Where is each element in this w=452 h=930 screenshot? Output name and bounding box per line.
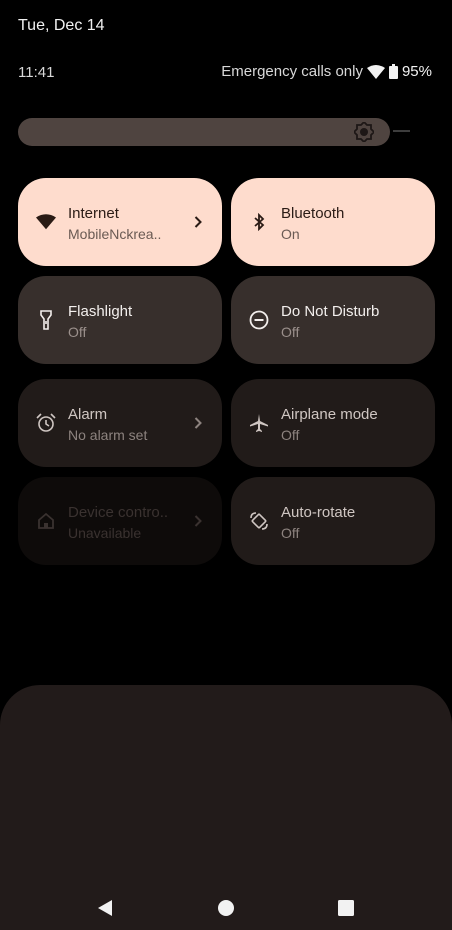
- wifi-icon: [36, 212, 56, 232]
- chevron-right-icon[interactable]: [192, 513, 204, 529]
- tile-title: Do Not Disturb: [281, 303, 380, 320]
- do-not-disturb-icon: [249, 310, 269, 330]
- tile-internet[interactable]: Internet MobileNckrea..: [18, 178, 222, 266]
- tile-bluetooth[interactable]: Bluetooth On: [231, 178, 435, 266]
- navigation-bar: [0, 893, 452, 923]
- tile-alarm[interactable]: Alarm No alarm set: [18, 379, 222, 467]
- tile-title: Alarm: [68, 406, 108, 423]
- tile-title: Airplane mode: [281, 406, 378, 423]
- brightness-track: [393, 130, 410, 132]
- tile-subtitle: On: [281, 226, 300, 242]
- recents-icon[interactable]: [337, 899, 355, 922]
- battery-percent: 95%: [401, 63, 432, 80]
- alarm-icon: [36, 413, 56, 433]
- tile-title: Device contro..: [68, 504, 169, 521]
- tile-subtitle: Off: [281, 427, 300, 443]
- chevron-right-icon[interactable]: [192, 214, 204, 230]
- tile-subtitle: Off: [281, 324, 300, 340]
- clock: 11:41: [18, 64, 55, 81]
- brightness-icon: [352, 120, 376, 147]
- bluetooth-icon: [249, 212, 269, 232]
- home-button-icon[interactable]: [217, 899, 235, 922]
- tile-device-controls[interactable]: Device contro.. Unavailable: [18, 477, 222, 565]
- tile-airplane-mode[interactable]: Airplane mode Off: [231, 379, 435, 467]
- tile-title: Auto-rotate: [281, 504, 356, 521]
- back-icon[interactable]: [96, 899, 114, 922]
- chevron-right-icon[interactable]: [192, 415, 204, 431]
- flashlight-icon: [36, 310, 56, 330]
- tile-subtitle: Unavailable: [68, 525, 142, 541]
- tile-title: Bluetooth: [281, 205, 345, 222]
- tile-subtitle: MobileNckrea..: [68, 226, 162, 242]
- home-icon: [36, 511, 56, 531]
- brightness-slider[interactable]: [18, 118, 390, 146]
- wifi-icon: [366, 64, 385, 79]
- tile-auto-rotate[interactable]: Auto-rotate Off: [231, 477, 435, 565]
- tile-subtitle: No alarm set: [68, 427, 148, 443]
- tile-do-not-disturb[interactable]: Do Not Disturb Off: [231, 276, 435, 364]
- auto-rotate-icon: [249, 511, 269, 531]
- battery-icon: [388, 64, 398, 79]
- tile-subtitle: Off: [68, 324, 87, 340]
- tile-title: Internet: [68, 205, 119, 222]
- airplane-icon: [249, 413, 269, 433]
- tile-subtitle: Off: [281, 525, 300, 541]
- tile-title: Flashlight: [68, 303, 133, 320]
- status-bar: Emergency calls only 95%: [221, 63, 432, 80]
- tile-flashlight[interactable]: Flashlight Off: [18, 276, 222, 364]
- carrier-text: Emergency calls only: [221, 63, 363, 80]
- date-label: Tue, Dec 14: [18, 17, 105, 34]
